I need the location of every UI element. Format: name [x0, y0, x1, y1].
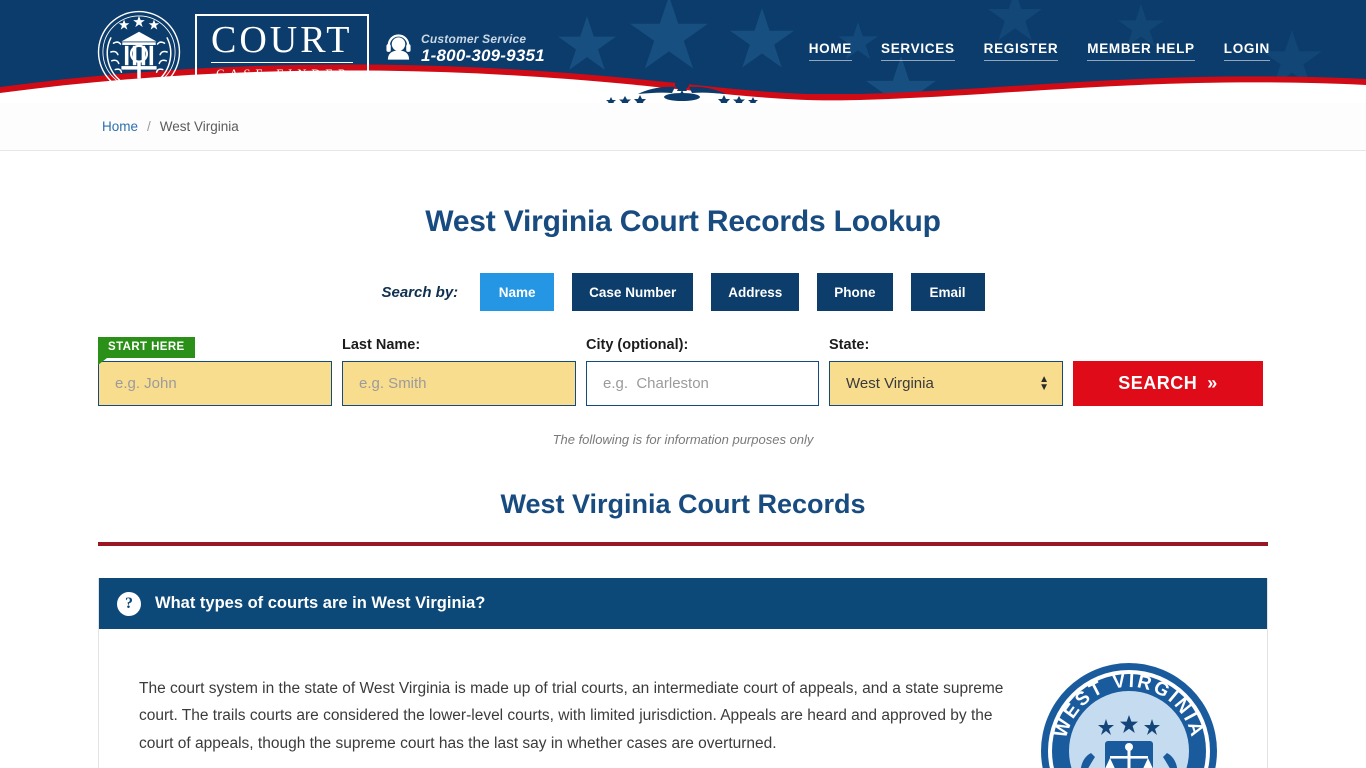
disclaimer-text: The following is for information purpose…	[552, 432, 814, 447]
customer-service-label: Customer Service	[421, 32, 527, 46]
search-by-tabs: Search by: Name Case Number Address Phon…	[0, 273, 1366, 311]
faq-question: What types of courts are in West Virgini…	[155, 594, 486, 613]
main-content: West Virginia Court Records Lookup Searc…	[0, 205, 1366, 768]
section-title: West Virginia Court Records	[500, 489, 866, 519]
city-input[interactable]	[586, 361, 819, 406]
search-button-label: SEARCH	[1118, 373, 1198, 393]
tab-case-number[interactable]: Case Number	[572, 273, 694, 311]
question-mark-icon: ?	[117, 591, 141, 616]
logo-main-text: COURT	[211, 19, 353, 63]
breadcrumb-current: West Virginia	[159, 119, 239, 134]
first-name-input[interactable]	[98, 361, 332, 406]
state-field-group: State: West Virginia ▲ ▼	[829, 337, 1063, 406]
logo-wordmark: COURT CASE FINDER	[195, 14, 369, 90]
tab-address[interactable]: Address	[711, 273, 800, 311]
page-title: West Virginia Court Records Lookup	[425, 205, 941, 238]
nav-item-member-help[interactable]: MEMBER HELP	[1087, 41, 1195, 61]
breadcrumb-home-link[interactable]: Home	[102, 119, 138, 134]
city-field-group: City (optional):	[586, 337, 819, 406]
city-label: City (optional):	[586, 337, 689, 353]
tab-email[interactable]: Email	[910, 273, 985, 311]
breadcrumb: Home / West Virginia	[0, 103, 1366, 151]
customer-service-block[interactable]: Customer Service 1-800-309-9351	[385, 32, 545, 66]
search-by-label: Search by:	[381, 283, 459, 301]
search-form-row: First Name: Last Name: City (optional): …	[98, 337, 1366, 406]
last-name-field-group: Last Name:	[342, 337, 576, 406]
faq-card: ? What types of courts are in West Virgi…	[98, 578, 1268, 768]
tab-name[interactable]: Name	[480, 273, 555, 311]
faq-accordion-header[interactable]: ? What types of courts are in West Virgi…	[99, 578, 1267, 630]
card-top-accent-line	[98, 542, 1268, 547]
faq-answer: The court system in the state of West Vi…	[139, 679, 1004, 753]
nav-item-services[interactable]: SERVICES	[881, 41, 955, 61]
nav-item-home[interactable]: HOME	[808, 41, 853, 61]
customer-service-phone[interactable]: 1-800-309-9351	[421, 46, 545, 66]
nav-item-register[interactable]: REGISTER	[983, 41, 1059, 61]
site-header: COURT CASE FINDER Customer Service 1-800…	[0, 0, 1366, 103]
eagle-emblem-icon	[606, 80, 758, 103]
west-virginia-state-seal-icon: WEST VIRGINIA	[1041, 663, 1217, 768]
faq-accordion-body: The court system in the state of West Vi…	[99, 629, 1267, 768]
headset-support-icon	[386, 34, 411, 60]
court-building-seal-icon	[97, 10, 181, 94]
tab-phone[interactable]: Phone	[817, 273, 893, 311]
double-chevron-right-icon: »	[1207, 373, 1218, 393]
logo-sub-text: CASE FINDER	[216, 67, 352, 81]
state-label: State:	[829, 337, 870, 353]
search-form: START HERE First Name: Last Name: City (…	[0, 337, 1366, 406]
search-button[interactable]: SEARCH »	[1073, 361, 1263, 406]
start-here-badge: START HERE	[98, 337, 195, 365]
last-name-input[interactable]	[342, 361, 576, 406]
state-select-wrapper: West Virginia ▲ ▼	[829, 361, 1063, 406]
nav-item-login[interactable]: LOGIN	[1223, 41, 1270, 61]
state-select[interactable]: West Virginia	[829, 361, 1063, 406]
last-name-label: Last Name:	[342, 337, 421, 353]
main-navigation: HOME SERVICES REGISTER MEMBER HELP LOGIN	[808, 41, 1270, 61]
site-logo[interactable]: COURT CASE FINDER	[95, 8, 369, 96]
breadcrumb-separator: /	[147, 119, 151, 134]
